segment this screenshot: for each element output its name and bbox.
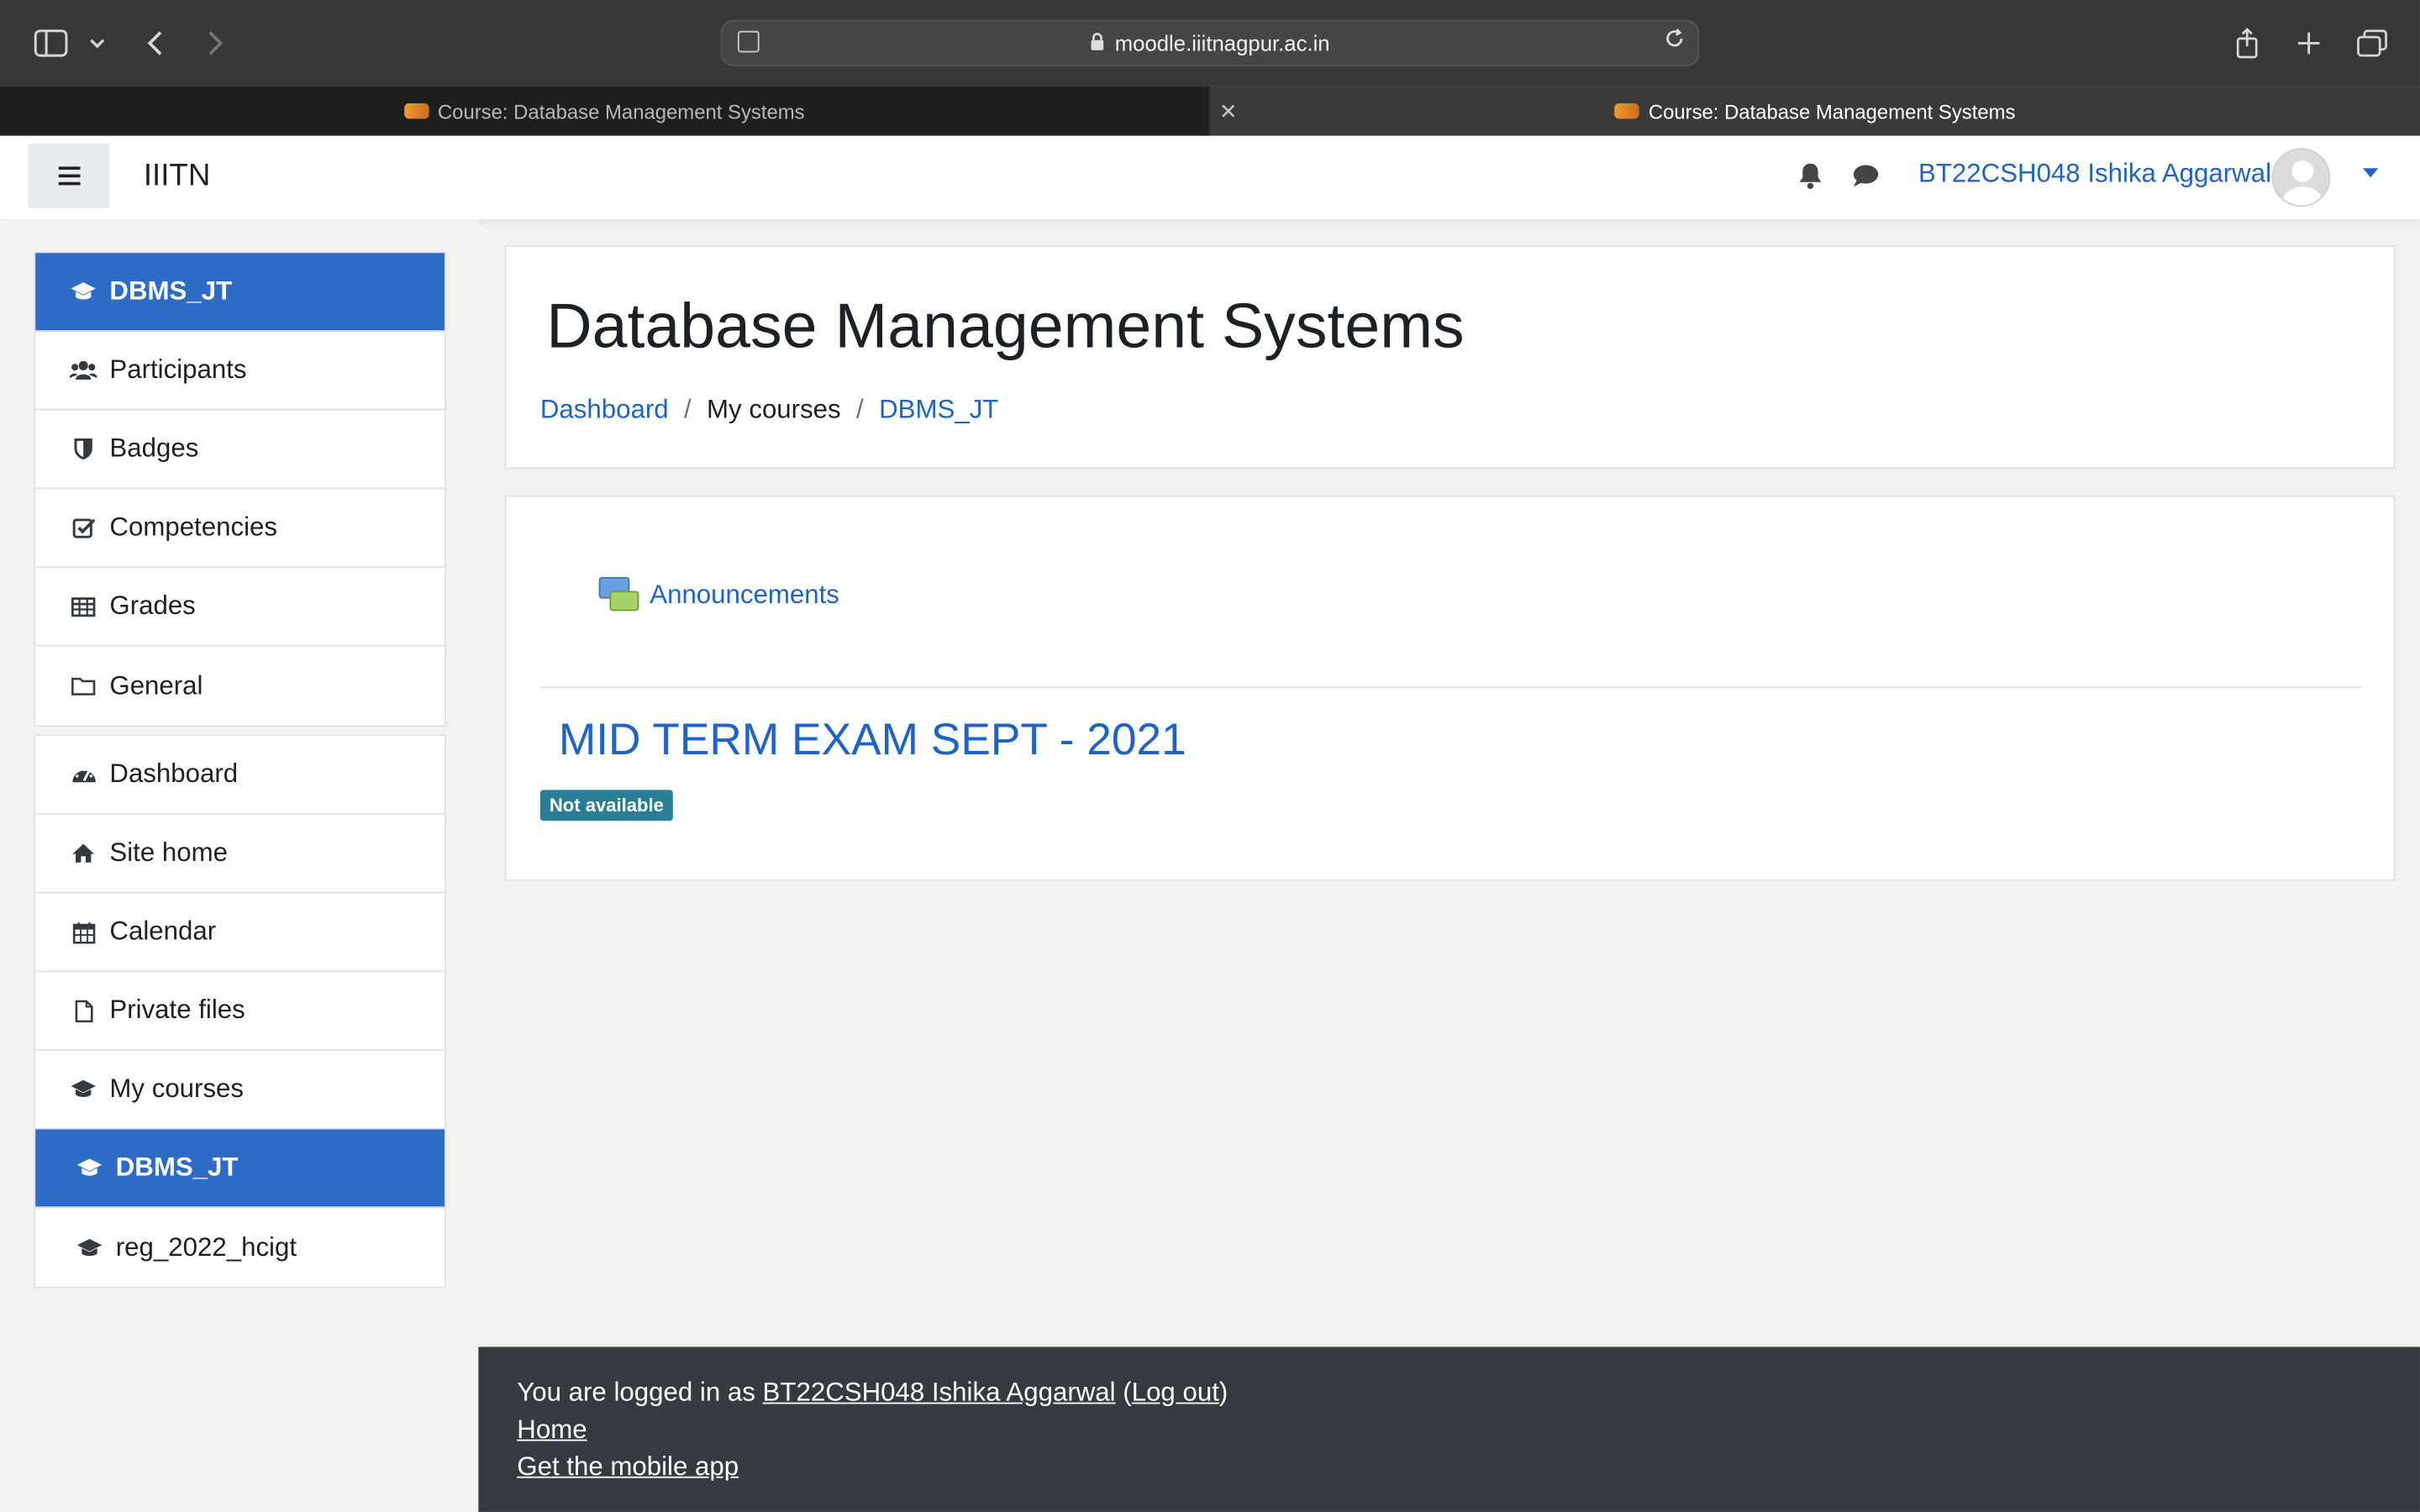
users-icon (69, 360, 97, 381)
shield-icon (70, 438, 97, 460)
section-title[interactable]: MID TERM EXAM SEPT - 2021 (559, 716, 1186, 767)
table-icon (70, 596, 97, 617)
nav-item-course-reg[interactable]: reg_2022_hcigt (35, 1208, 445, 1287)
avatar[interactable] (2271, 148, 2331, 207)
login-info: You are logged in as BT22CSH048 Ishika A… (517, 1378, 1228, 1409)
footer-home-link[interactable]: Home (517, 1415, 587, 1444)
calendar-icon (70, 921, 97, 944)
nav-item-competencies[interactable]: Competencies (35, 489, 445, 568)
page-header: Database Management Systems Dashboard / … (504, 245, 2396, 470)
nav-item-badges[interactable]: Badges (35, 411, 445, 490)
course-nav-group: DBMS_JT Participants Badges Competencies… (34, 251, 446, 727)
url-text: moodle.iiitnagpur.ac.in (1114, 30, 1330, 56)
forum-icon (598, 576, 639, 614)
breadcrumb-course[interactable]: DBMS_JT (879, 395, 998, 426)
activity-announcements[interactable]: Announcements (598, 576, 839, 614)
chevron-down-icon[interactable] (87, 22, 108, 65)
nav-item-label: Competencies (109, 512, 278, 542)
nav-item-grades[interactable]: Grades (35, 568, 445, 647)
file-icon (70, 999, 97, 1022)
page: moodle.iiitnagpur.ac.in Course: Database… (0, 0, 2420, 1512)
nav-item-course-dbms[interactable]: DBMS_JT (35, 1129, 445, 1209)
chat-icon[interactable] (1852, 164, 1880, 195)
dashboard-icon (70, 764, 97, 785)
tab-overview-icon[interactable] (2355, 22, 2389, 65)
graduation-cap-icon (70, 1079, 97, 1100)
nav-item-participants[interactable]: Participants (35, 332, 445, 411)
nav-item-dashboard[interactable]: Dashboard (35, 736, 445, 815)
nav-item-label: Grades (109, 591, 196, 621)
breadcrumb: Dashboard / My courses / DBMS_JT (540, 395, 999, 426)
site-name[interactable]: IIITN (144, 159, 211, 194)
graduation-cap-icon (76, 1236, 103, 1258)
hamburger-icon (57, 166, 80, 186)
nav-item-private-files[interactable]: Private files (35, 972, 445, 1051)
share-icon[interactable] (2232, 22, 2263, 65)
sidebar-toggle-icon[interactable] (34, 22, 68, 65)
breadcrumb-dashboard[interactable]: Dashboard (540, 395, 669, 426)
site-navbar: IIITN BT22CSH048 Ishika Aggarwal (0, 135, 2420, 219)
site-nav-group: Dashboard Site home Calendar Private fil… (34, 734, 446, 1289)
graduation-cap-icon (70, 281, 97, 302)
breadcrumb-my-courses: My courses (707, 395, 841, 425)
paren-close: ) (1218, 1378, 1228, 1408)
logout-link[interactable]: Log out (1132, 1378, 1219, 1407)
new-tab-icon[interactable] (2293, 22, 2324, 65)
user-menu-name[interactable]: BT22CSH048 Ishika Aggarwal (1918, 159, 2271, 190)
nav-item-label: Badges (109, 433, 199, 464)
page-title: Database Management Systems (546, 290, 1465, 361)
nav-item-site-home[interactable]: Site home (35, 815, 445, 894)
nav-item-label: DBMS_JT (115, 1152, 239, 1182)
nav-item-label: Private files (109, 995, 245, 1025)
breadcrumb-separator: / (683, 395, 692, 425)
tab-title: Course: Database Management Systems (1648, 99, 2016, 123)
caret-down-icon[interactable] (2362, 168, 2379, 178)
bell-icon[interactable] (1798, 162, 1823, 197)
activity-link[interactable]: Announcements (650, 580, 839, 612)
nav-item-label: reg_2022_hcigt (115, 1231, 297, 1262)
nav-item-label: Dashboard (109, 759, 239, 789)
footer-user-link[interactable]: BT22CSH048 Ishika Aggarwal (763, 1378, 1116, 1407)
mobile-app-link[interactable]: Get the mobile app (517, 1452, 739, 1481)
nav-item-my-courses[interactable]: My courses (35, 1051, 445, 1130)
reload-icon[interactable] (1664, 28, 1686, 55)
browser-toolbar: moodle.iiitnagpur.ac.in (0, 0, 2420, 87)
tab-bar: Course: Database Management Systems Cour… (0, 86, 2420, 136)
checkbox-icon (70, 517, 97, 538)
tab-title: Course: Database Management Systems (437, 99, 805, 123)
login-prefix: You are logged in as (517, 1378, 755, 1408)
paren-open: ( (1123, 1378, 1132, 1408)
section-divider (539, 686, 2362, 689)
nav-item-calendar[interactable]: Calendar (35, 893, 445, 973)
nav-item-general[interactable]: General (35, 647, 445, 726)
nav-item-label: Participants (109, 354, 247, 385)
tab-inactive[interactable]: Course: Database Management Systems (0, 86, 1209, 136)
folder-icon (70, 675, 97, 696)
close-tab-icon[interactable]: ✕ (1219, 99, 1238, 125)
page-menu-icon[interactable] (737, 30, 760, 53)
breadcrumb-separator: / (856, 395, 864, 425)
page-footer: You are logged in as BT22CSH048 Ishika A… (478, 1347, 2420, 1512)
menu-toggle-button[interactable] (28, 143, 110, 208)
status-badge: Not available (539, 790, 673, 822)
nav-item-label: Site home (109, 837, 228, 868)
home-icon (70, 843, 97, 864)
nav-item-label: General (109, 670, 203, 700)
nav-item-label: Calendar (109, 916, 217, 946)
nav-item-label: My courses (109, 1074, 245, 1104)
course-content: Announcements MID TERM EXAM SEPT - 2021 … (504, 495, 2396, 881)
moodle-favicon-icon (403, 103, 429, 119)
forward-icon[interactable] (203, 22, 228, 65)
graduation-cap-icon (76, 1158, 103, 1179)
address-bar[interactable]: moodle.iiitnagpur.ac.in (720, 19, 1700, 66)
lock-icon (1090, 32, 1105, 55)
back-icon[interactable] (142, 22, 166, 65)
tab-active[interactable]: Course: Database Management Systems (1209, 86, 2420, 136)
nav-item-course[interactable]: DBMS_JT (35, 253, 445, 332)
moodle-favicon-icon (1614, 103, 1639, 119)
nav-item-label: DBMS_JT (109, 276, 233, 306)
